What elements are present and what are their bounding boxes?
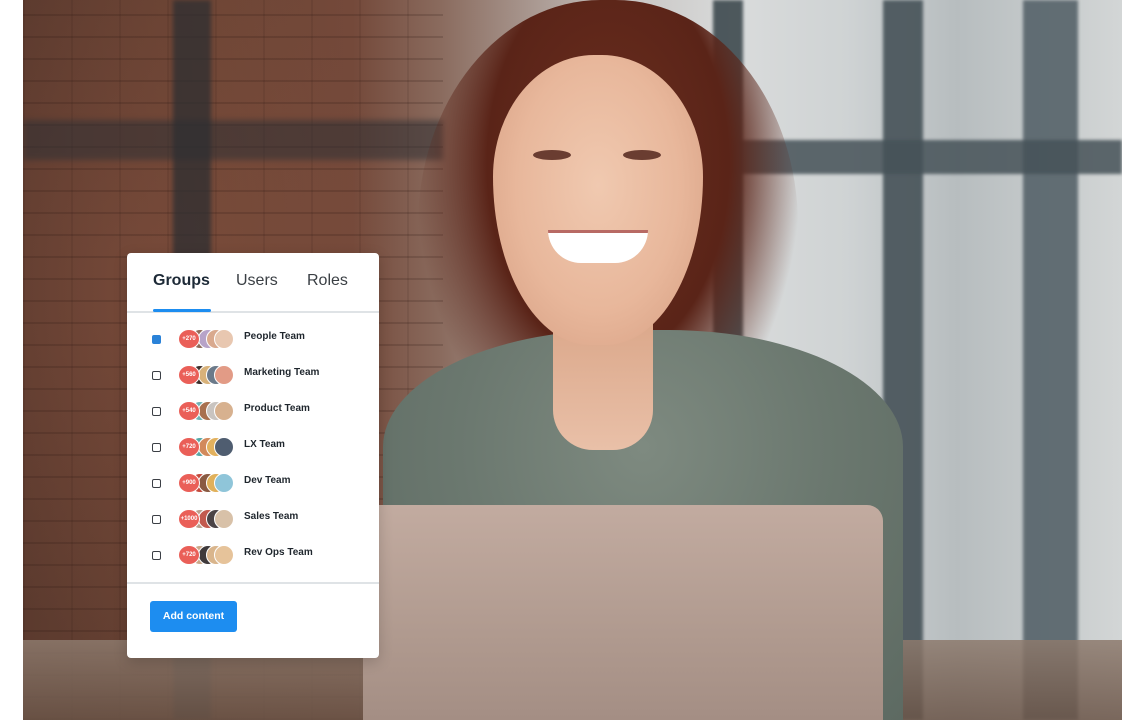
avatar	[214, 329, 234, 349]
group-name: Marketing Team	[244, 367, 320, 378]
window-frame	[1023, 0, 1078, 720]
group-name: People Team	[244, 331, 305, 342]
member-avatars: +720	[178, 545, 238, 565]
group-row-dev-team[interactable]: +900 Dev Team	[127, 467, 379, 497]
group-name: Dev Team	[244, 475, 291, 486]
member-avatars: +560	[178, 365, 238, 385]
group-checkbox[interactable]	[152, 407, 161, 416]
group-name: LX Team	[244, 439, 285, 450]
group-name: Sales Team	[244, 511, 299, 522]
group-name: Product Team	[244, 403, 310, 414]
avatar	[214, 473, 234, 493]
group-checkbox[interactable]	[152, 335, 161, 344]
group-checkbox[interactable]	[152, 443, 161, 452]
group-checkbox[interactable]	[152, 551, 161, 560]
avatar	[214, 401, 234, 421]
member-avatars: +900	[178, 473, 238, 493]
member-count-badge: +560	[178, 365, 200, 385]
divider	[127, 582, 379, 584]
group-row-product-team[interactable]: +540 Product Team	[127, 395, 379, 425]
groups-panel: Groups Users Roles +270 People Team +560	[127, 253, 379, 658]
member-count-badge: +900	[178, 473, 200, 493]
tab-users[interactable]: Users	[236, 272, 278, 290]
member-count-badge: +720	[178, 545, 200, 565]
group-row-marketing-team[interactable]: +560 Marketing Team	[127, 359, 379, 389]
member-avatars: +1000	[178, 509, 238, 529]
avatar	[214, 437, 234, 457]
tab-roles[interactable]: Roles	[307, 272, 348, 290]
group-name: Rev Ops Team	[244, 547, 313, 558]
group-checkbox[interactable]	[152, 371, 161, 380]
member-count-badge: +1000	[178, 509, 200, 529]
avatar	[214, 545, 234, 565]
member-avatars: +540	[178, 401, 238, 421]
tab-groups[interactable]: Groups	[153, 272, 210, 290]
add-content-button[interactable]: Add content	[150, 601, 237, 632]
member-avatars: +720	[178, 437, 238, 457]
person-eye	[533, 150, 571, 160]
member-avatars: +270	[178, 329, 238, 349]
group-checkbox[interactable]	[152, 515, 161, 524]
window-frame	[23, 120, 443, 160]
person-eye	[623, 150, 661, 160]
member-count-badge: +270	[178, 329, 200, 349]
tab-bar: Groups Users Roles	[127, 253, 379, 313]
group-row-lx-team[interactable]: +720 LX Team	[127, 431, 379, 461]
group-checkbox[interactable]	[152, 479, 161, 488]
active-tab-indicator	[153, 309, 211, 312]
member-count-badge: +540	[178, 401, 200, 421]
member-count-badge: +720	[178, 437, 200, 457]
group-row-rev-ops-team[interactable]: +720 Rev Ops Team	[127, 539, 379, 569]
group-row-sales-team[interactable]: +1000 Sales Team	[127, 503, 379, 533]
group-row-people-team[interactable]: +270 People Team	[127, 323, 379, 353]
avatar	[214, 365, 234, 385]
avatar	[214, 509, 234, 529]
laptop	[363, 505, 883, 720]
